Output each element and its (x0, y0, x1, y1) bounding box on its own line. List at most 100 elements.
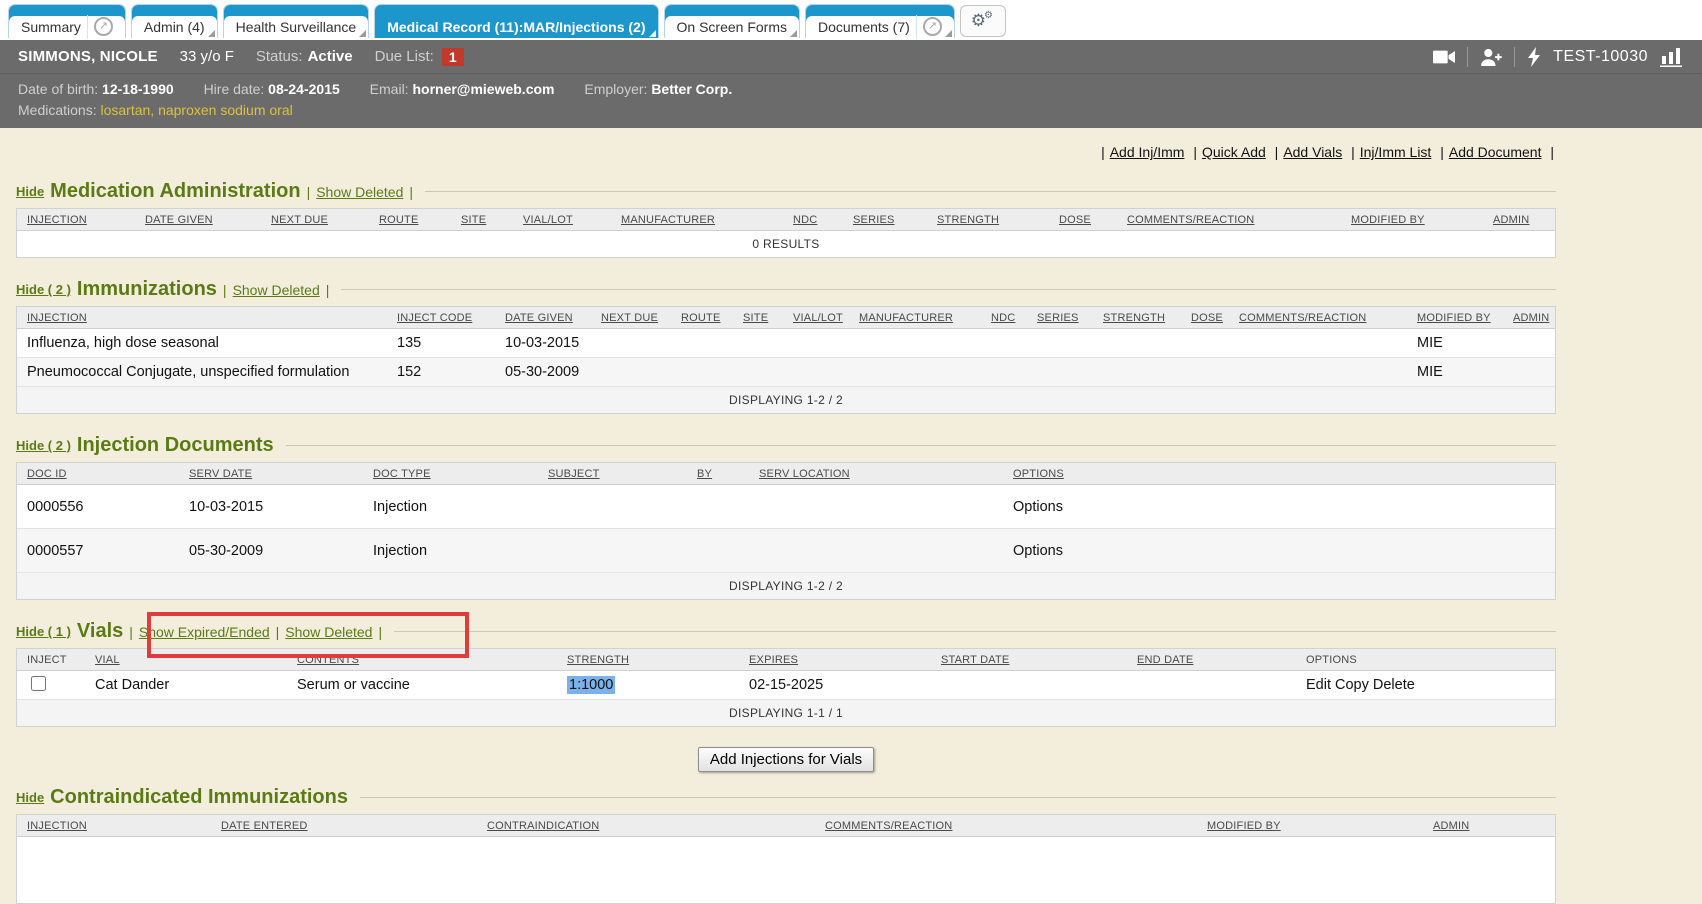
column-header[interactable]: CONTRAINDICATION (485, 820, 823, 832)
tab-documents[interactable]: Documents (7) ↗ (805, 4, 955, 38)
edit-copy-delete-links[interactable]: Edit Copy Delete (1304, 677, 1547, 693)
column-header[interactable]: STRENGTH (935, 214, 1057, 226)
column-header[interactable]: NEXT DUE (269, 214, 377, 226)
separator: | (409, 184, 413, 200)
table-header: DOC ID SERV DATE DOC TYPE SUBJECT BY SER… (17, 463, 1555, 485)
video-camera-icon[interactable] (1433, 49, 1455, 65)
column-header[interactable]: VIAL (93, 654, 295, 666)
due-list-badge[interactable]: 1 (442, 48, 464, 66)
show-expired-ended-link[interactable]: Show Expired/Ended (139, 624, 270, 640)
add-person-icon[interactable] (1480, 48, 1502, 66)
column-header[interactable]: INJECT CODE (395, 312, 503, 324)
column-header[interactable]: BY (695, 468, 757, 480)
column-header[interactable]: COMMENTS/REACTION (1125, 214, 1349, 226)
add-document-link[interactable]: Add Document (1449, 144, 1542, 160)
paging-status: DISPLAYING 1-2 / 2 (17, 573, 1555, 599)
options-link[interactable]: Options (1011, 543, 1547, 559)
column-header[interactable]: NDC (791, 214, 851, 226)
column-header[interactable]: MODIFIED BY (1205, 820, 1431, 832)
patient-banner: SIMMONS, NICOLE 33 y/o F Status: Active … (0, 40, 1702, 128)
column-header[interactable]: CONTENTS (295, 654, 565, 666)
table-row: Influenza, high dose seasonal 135 10-03-… (17, 329, 1555, 358)
hide-link[interactable]: Hide (16, 184, 44, 199)
column-header[interactable]: NEXT DUE (599, 312, 679, 324)
column-header[interactable]: INJECTION (25, 312, 395, 324)
section-medication-administration: Hide Medication Administration | Show De… (16, 180, 1556, 258)
table-row: Cat Dander Serum or vaccine 1:1000 02-15… (17, 671, 1555, 700)
inj-imm-list-link[interactable]: Inj/Imm List (1360, 144, 1432, 160)
tab-bar: Summary ↗ Admin (4) Health Surveillance … (0, 0, 1702, 40)
tab-divider (916, 15, 917, 39)
column-header[interactable]: SUBJECT (546, 468, 695, 480)
column-header[interactable]: SITE (741, 312, 791, 324)
section-rule (360, 797, 1556, 798)
tab-on-screen-forms[interactable]: On Screen Forms (664, 4, 800, 38)
column-header[interactable]: STRENGTH (1101, 312, 1189, 324)
column-header[interactable]: ADMIN (1431, 820, 1547, 832)
column-header[interactable]: OPTIONS (1011, 468, 1547, 480)
show-deleted-link[interactable]: Show Deleted (233, 282, 320, 298)
tab-admin[interactable]: Admin (4) (131, 4, 218, 38)
settings-gears-icon[interactable]: ⚙⚙ (960, 5, 1006, 37)
hide-link[interactable]: Hide ( 1 ) (16, 624, 71, 639)
column-header[interactable]: STRENGTH (565, 654, 747, 666)
quick-add-link[interactable]: Quick Add (1202, 144, 1266, 160)
column-header[interactable]: SERV LOCATION (757, 468, 1011, 480)
column-header[interactable]: INJECTION (25, 820, 219, 832)
column-header[interactable]: EXPIRES (747, 654, 939, 666)
status-value: Active (308, 48, 353, 65)
tab-summary[interactable]: Summary ↗ (8, 4, 126, 38)
separator: | (326, 282, 330, 298)
column-header[interactable]: MANUFACTURER (857, 312, 989, 324)
column-header[interactable]: DATE GIVEN (503, 312, 599, 324)
separator: | (1101, 144, 1105, 160)
column-header[interactable]: MANUFACTURER (619, 214, 791, 226)
popout-icon[interactable]: ↗ (923, 17, 942, 36)
column-header[interactable]: DATE GIVEN (143, 214, 269, 226)
add-inj-imm-link[interactable]: Add Inj/Imm (1110, 144, 1185, 160)
injection-name: Influenza, high dose seasonal (25, 335, 395, 351)
column-header[interactable]: DOSE (1189, 312, 1237, 324)
column-header[interactable]: SERIES (1035, 312, 1101, 324)
add-vials-link[interactable]: Add Vials (1283, 144, 1342, 160)
column-header[interactable]: DATE ENTERED (219, 820, 485, 832)
column-header[interactable]: MODIFIED BY (1415, 312, 1511, 324)
column-header[interactable]: ADMIN (1511, 312, 1551, 324)
show-deleted-link[interactable]: Show Deleted (285, 624, 372, 640)
medication-link[interactable]: naproxen sodium oral (158, 102, 293, 118)
medication-link[interactable]: losartan (100, 102, 150, 118)
column-header[interactable]: DOC ID (25, 468, 187, 480)
column-header[interactable]: NDC (989, 312, 1035, 324)
hide-link[interactable]: Hide ( 2 ) (16, 438, 71, 453)
hide-link[interactable]: Hide ( 2 ) (16, 282, 71, 297)
column-header[interactable]: MODIFIED BY (1349, 214, 1491, 226)
column-header[interactable]: SITE (459, 214, 521, 226)
bar-chart-icon[interactable] (1660, 47, 1684, 67)
section-immunizations: Hide ( 2 ) Immunizations | Show Deleted … (16, 278, 1556, 414)
lightning-bolt-icon[interactable] (1527, 47, 1541, 67)
column-header[interactable]: INJECTION (25, 214, 143, 226)
column-header[interactable]: DOSE (1057, 214, 1125, 226)
column-header[interactable]: VIAL/LOT (521, 214, 619, 226)
table-row: 0000556 10-03-2015 Injection Options (17, 485, 1555, 529)
tab-medical-record[interactable]: Medical Record (11):MAR/Injections (2) (374, 4, 658, 38)
vial-select-checkbox[interactable] (31, 676, 46, 691)
add-injections-for-vials-button[interactable]: Add Injections for Vials (698, 747, 874, 772)
show-deleted-link[interactable]: Show Deleted (316, 184, 403, 200)
column-header[interactable]: START DATE (939, 654, 1135, 666)
column-header[interactable]: SERV DATE (187, 468, 371, 480)
column-header[interactable]: ROUTE (377, 214, 459, 226)
column-header[interactable]: ADMIN (1491, 214, 1547, 226)
column-header[interactable]: DOC TYPE (371, 468, 546, 480)
column-header[interactable]: END DATE (1135, 654, 1304, 666)
serv-date: 05-30-2009 (187, 543, 371, 559)
tab-health-surveillance[interactable]: Health Surveillance (223, 4, 370, 38)
column-header[interactable]: ROUTE (679, 312, 741, 324)
hide-link[interactable]: Hide (16, 790, 44, 805)
options-link[interactable]: Options (1011, 499, 1547, 515)
column-header[interactable]: SERIES (851, 214, 935, 226)
column-header[interactable]: COMMENTS/REACTION (823, 820, 1205, 832)
column-header[interactable]: COMMENTS/REACTION (1237, 312, 1415, 324)
column-header[interactable]: VIAL/LOT (791, 312, 857, 324)
popout-icon[interactable]: ↗ (94, 17, 113, 36)
